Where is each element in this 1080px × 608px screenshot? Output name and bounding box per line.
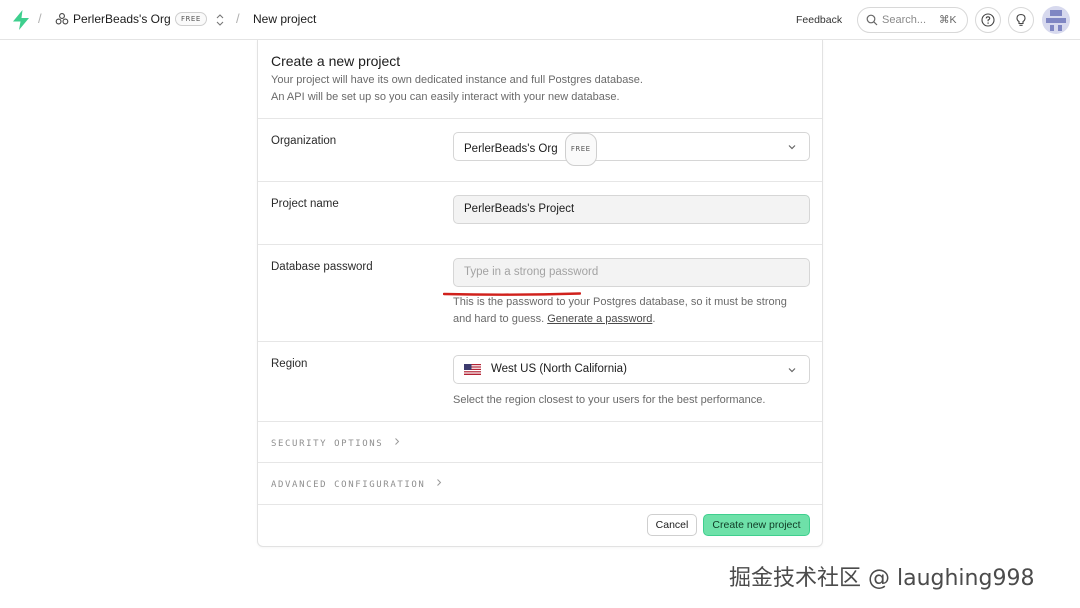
supabase-logo-icon[interactable] (12, 10, 30, 30)
generate-password-link[interactable]: Generate a password (547, 313, 652, 325)
search-shortcut: ⌘K (939, 14, 957, 26)
organization-label: Organization (271, 135, 337, 147)
lightbulb-icon (1016, 13, 1026, 26)
organization-select[interactable]: PerlerBeads's Org FREE (453, 132, 810, 166)
helper-period: . (652, 313, 656, 325)
region-select-value: West US (North California) (491, 363, 627, 375)
breadcrumb-separator: / (236, 11, 240, 26)
form-header: Create a new project Your project will h… (258, 40, 822, 119)
form-description-line: Your project will have its own dedicated… (271, 74, 643, 86)
security-options-toggle[interactable]: SECURITY OPTIONS (271, 437, 401, 449)
help-icon (981, 13, 995, 27)
advanced-configuration-label: ADVANCED CONFIGURATION (271, 480, 426, 490)
database-password-helper: This is the password to your Postgres da… (453, 294, 803, 328)
help-button[interactable] (975, 7, 1001, 33)
chevron-down-icon (788, 368, 796, 373)
breadcrumb-separator: / (38, 11, 42, 26)
form-description: Your project will have its own dedicated… (271, 72, 791, 106)
organization-row: Organization PerlerBeads's Org FREE (258, 119, 822, 182)
chevron-down-icon (788, 145, 796, 150)
avatar[interactable] (1042, 6, 1070, 34)
annotation-underline (443, 292, 581, 296)
org-icon (55, 13, 69, 25)
chevron-right-icon (437, 479, 442, 486)
database-password-label: Database password (271, 261, 373, 273)
chevron-right-icon (395, 438, 400, 445)
region-row: Region West US (North California) Select… (258, 342, 822, 422)
organization-plan-badge: FREE (564, 133, 597, 166)
top-navigation-bar: / PerlerBeads's Org FREE / New project F… (0, 0, 1080, 40)
cancel-button[interactable]: Cancel (647, 514, 697, 536)
search-placeholder: Search... (882, 14, 927, 26)
watermark: 掘金技术社区 @ laughing998 (729, 566, 1035, 591)
database-password-input[interactable]: Type in a strong password (453, 258, 810, 287)
breadcrumb-org-name[interactable]: PerlerBeads's Org (73, 12, 171, 26)
project-name-input[interactable]: PerlerBeads's Project (453, 195, 810, 224)
region-label: Region (271, 358, 308, 370)
form-description-line: An API will be set up so you can easily … (271, 91, 620, 103)
search-icon (866, 14, 878, 26)
us-flag-icon (464, 364, 481, 375)
project-name-row: Project name PerlerBeads's Project (258, 182, 822, 245)
advanced-configuration-toggle[interactable]: ADVANCED CONFIGURATION (271, 478, 443, 490)
project-name-label: Project name (271, 198, 339, 210)
form-footer: Cancel Create new project (258, 505, 822, 546)
organization-select-value: PerlerBeads's Org (464, 143, 558, 155)
org-plan-badge: FREE (175, 12, 207, 26)
create-project-button[interactable]: Create new project (703, 514, 810, 536)
tips-button[interactable] (1008, 7, 1034, 33)
breadcrumb-current-page: New project (253, 12, 317, 26)
page-title: Create a new project (271, 53, 401, 69)
switch-icon[interactable] (214, 12, 226, 28)
region-select[interactable]: West US (North California) (453, 355, 810, 384)
search-button[interactable]: Search... ⌘K (857, 7, 968, 33)
security-options-label: SECURITY OPTIONS (271, 439, 384, 449)
security-options-section[interactable]: SECURITY OPTIONS (258, 422, 822, 463)
feedback-button[interactable]: Feedback (790, 8, 848, 32)
region-helper: Select the region closest to your users … (453, 394, 766, 406)
advanced-configuration-section[interactable]: ADVANCED CONFIGURATION (258, 463, 822, 505)
